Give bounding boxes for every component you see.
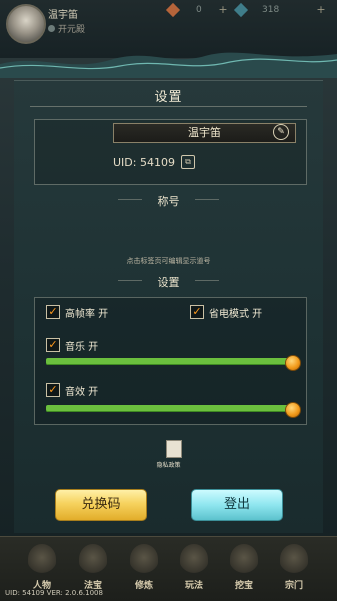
sfx-slider-knob[interactable] [285, 402, 301, 418]
sect-icon [48, 25, 55, 32]
player-name: 温宇笛 [48, 10, 78, 21]
cultivate-icon [130, 544, 158, 574]
nav-dig-treasure[interactable]: 挖宝 [222, 544, 266, 592]
music-slider[interactable] [46, 358, 292, 365]
version-label: UID: 54109 VER: 2.0.6.1008 [5, 589, 103, 597]
sect-label: 开元殿 [48, 22, 85, 35]
high-fps-checkbox[interactable]: ✓ [46, 305, 60, 319]
nav-character[interactable]: 人物 [20, 544, 64, 592]
resource-1: 0 [165, 2, 202, 18]
nav-label: 修炼 [134, 581, 153, 591]
power-save-checkbox[interactable]: ✓ [190, 305, 204, 319]
settings-heading: 设置 [157, 276, 180, 289]
uid-label: UID: 54109 [113, 156, 175, 169]
sfx-label: 音效 开 [65, 387, 99, 398]
nav-label: 挖宝 [234, 581, 253, 591]
copy-icon[interactable]: ⧉ [181, 155, 195, 169]
panel-title: 设置 [154, 90, 183, 105]
music-slider-knob[interactable] [285, 355, 301, 371]
sect-building-icon [280, 544, 308, 574]
title-divider [30, 106, 307, 107]
nav-cultivate[interactable]: 修炼 [122, 544, 166, 592]
nav-sect[interactable]: 宗门 [272, 544, 316, 592]
music-label: 音乐 开 [65, 342, 99, 353]
gameplay-icon [180, 544, 208, 574]
treasure-icon [79, 544, 107, 574]
redeem-code-button[interactable]: 兑换码 [55, 489, 147, 521]
titles-heading: 称号 [157, 195, 180, 208]
add-resource-2-icon[interactable]: + [316, 4, 326, 15]
character-icon [28, 544, 56, 574]
edit-name-icon[interactable]: ✎ [273, 124, 289, 140]
power-save-label: 省电模式 开 [209, 309, 263, 320]
resource-2-icon [233, 2, 249, 18]
sect-name: 开元殿 [58, 25, 86, 35]
divider-right [195, 199, 219, 200]
sfx-checkbox[interactable]: ✓ [46, 383, 60, 397]
resource-1-value: 0 [196, 5, 202, 15]
divider-right [195, 280, 219, 281]
titles-hint: 点击标签页可编辑显示道号 [126, 257, 211, 265]
sfx-slider[interactable] [46, 405, 292, 412]
resource-2: 318 [233, 2, 280, 18]
shovel-icon [230, 544, 258, 574]
resource-1-icon [165, 2, 181, 18]
nav-gameplay[interactable]: 玩法 [172, 544, 216, 592]
add-resource-1-icon[interactable]: + [218, 4, 228, 15]
display-name-field[interactable]: 温宇笛 [113, 123, 296, 143]
music-checkbox[interactable]: ✓ [46, 338, 60, 352]
high-fps-label: 高帧率 开 [65, 309, 109, 320]
resource-2-value: 318 [262, 5, 280, 15]
privacy-policy-label[interactable]: 隐私政策 [0, 460, 337, 469]
nav-treasure[interactable]: 法宝 [71, 544, 115, 592]
nav-label: 玩法 [184, 581, 203, 591]
logout-button[interactable]: 登出 [191, 489, 283, 521]
cloud-decoration [0, 52, 337, 78]
nav-label: 宗门 [284, 581, 303, 591]
privacy-policy-icon[interactable] [166, 440, 182, 458]
avatar[interactable] [6, 4, 46, 44]
